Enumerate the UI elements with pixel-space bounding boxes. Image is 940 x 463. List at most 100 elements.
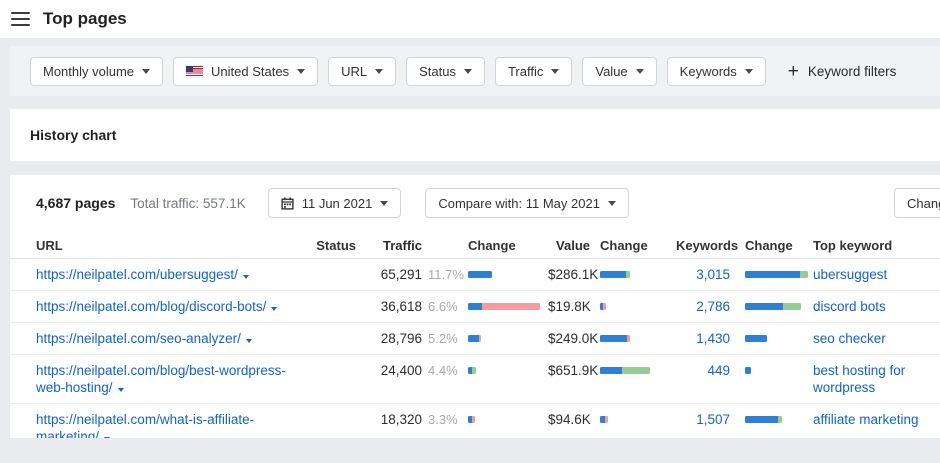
keywords-change-bar <box>745 367 751 374</box>
value-change-cell <box>590 330 676 347</box>
keywords-link[interactable]: 3,015 <box>696 267 730 282</box>
url-cell: https://neilpatel.com/ubersuggest/ <box>36 266 316 283</box>
traffic-percent: 6.6% <box>428 299 458 314</box>
url-expand-caret-icon[interactable] <box>245 339 252 343</box>
filter-monthly-volume[interactable]: Monthly volume <box>30 56 164 86</box>
traffic-change-bar <box>468 335 481 342</box>
column-header-value-change[interactable]: Change <box>590 238 676 253</box>
url-link[interactable]: https://neilpatel.com/what-is-affiliate-… <box>36 412 254 438</box>
top-keyword-link[interactable]: best hosting for wordpress <box>813 363 905 395</box>
filter-country[interactable]: United States <box>173 56 319 86</box>
traffic-change-cell <box>468 266 548 283</box>
keywords-link[interactable]: 2,786 <box>696 299 730 314</box>
keywords-change-cell <box>730 266 808 283</box>
changes-button[interactable]: Changes <box>894 188 940 218</box>
filter-label: Status <box>419 63 456 79</box>
date-picker-button[interactable]: 11 Jun 2021 <box>267 188 402 218</box>
filter-label: Value <box>595 63 628 79</box>
url-cell: https://neilpatel.com/seo-analyzer/ <box>36 330 316 347</box>
filter-value[interactable]: Value <box>582 56 657 86</box>
top-keyword-link[interactable]: seo checker <box>813 331 886 346</box>
url-expand-caret-icon[interactable] <box>271 307 278 311</box>
value-cell: $286.1K <box>548 267 599 282</box>
column-header-keywords-change[interactable]: Change <box>730 238 808 253</box>
value-cell: $94.6K <box>548 412 591 427</box>
column-header-status[interactable]: Status <box>316 238 356 253</box>
table-row: https://neilpatel.com/what-is-affiliate-… <box>10 404 940 438</box>
traffic-change-cell <box>468 330 548 347</box>
value-cell: $19.8K <box>548 299 591 314</box>
filter-status[interactable]: Status <box>406 56 485 86</box>
keywords-change-bar <box>745 335 767 342</box>
keywords-change-cell <box>730 330 808 347</box>
url-link[interactable]: https://neilpatel.com/ubersuggest/ <box>36 267 238 282</box>
top-keyword-cell: ubersuggest <box>808 266 940 283</box>
menu-icon[interactable] <box>11 12 30 26</box>
keyword-filters-button[interactable]: + Keyword filters <box>788 62 897 81</box>
value-cell: $249.0K <box>548 331 599 346</box>
top-keyword-link[interactable]: ubersuggest <box>813 267 887 282</box>
keywords-cell: 2,786 <box>676 298 730 315</box>
compare-with-button[interactable]: Compare with: 11 May 2021 <box>425 188 629 218</box>
filter-keywords[interactable]: Keywords <box>666 56 766 86</box>
page-title: Top pages <box>43 9 127 28</box>
traffic-change-bar <box>468 367 476 374</box>
chevron-down-icon <box>142 68 151 74</box>
traffic-change-bar <box>468 303 540 310</box>
compare-label: Compare with: 11 May 2021 <box>438 195 600 211</box>
column-header-traffic[interactable]: Traffic <box>356 238 422 253</box>
url-link[interactable]: https://neilpatel.com/blog/discord-bots/ <box>36 299 266 314</box>
chevron-down-icon <box>607 200 616 206</box>
traffic-change-cell <box>468 362 548 396</box>
keywords-change-bar <box>745 416 782 423</box>
pages-count: 4,687 pages <box>36 195 116 211</box>
traffic-change-cell <box>468 298 548 315</box>
value-change-bar <box>600 335 630 342</box>
column-header-url[interactable]: URL <box>36 238 316 253</box>
url-link[interactable]: https://neilpatel.com/seo-analyzer/ <box>36 331 241 346</box>
keywords-change-cell <box>730 298 808 315</box>
url-expand-caret-icon[interactable] <box>117 388 124 392</box>
date-label: 11 Jun 2021 <box>301 195 373 211</box>
url-cell: https://neilpatel.com/what-is-affiliate-… <box>36 411 316 438</box>
url-cell: https://neilpatel.com/blog/discord-bots/ <box>36 298 316 315</box>
status-cell <box>316 362 356 396</box>
keywords-link[interactable]: 449 <box>707 363 730 378</box>
results-toolbar: 4,687 pages Total traffic: 557.1K 11 Jun… <box>10 188 940 218</box>
traffic-percent: 3.3% <box>428 412 458 427</box>
column-header-top-keyword[interactable]: Top keyword <box>808 238 940 253</box>
keywords-link[interactable]: 1,430 <box>696 331 730 346</box>
url-cell: https://neilpatel.com/blog/best-wordpres… <box>36 362 316 396</box>
filter-label: Traffic <box>507 63 544 79</box>
filter-traffic[interactable]: Traffic <box>494 56 573 86</box>
history-chart-title: History chart <box>30 127 117 143</box>
column-header-keywords[interactable]: Keywords <box>676 238 738 253</box>
traffic-value: 36,618 <box>380 299 422 314</box>
value-change-cell <box>590 266 676 283</box>
value-change-cell <box>590 362 676 396</box>
changes-label: Changes <box>907 195 940 211</box>
top-keyword-link[interactable]: affiliate marketing <box>813 412 919 427</box>
keywords-change-cell <box>730 411 808 438</box>
value-change-cell <box>590 411 676 438</box>
top-keyword-cell: best hosting for wordpress <box>808 362 940 396</box>
filter-label: United States <box>211 63 290 79</box>
chevron-down-icon <box>380 200 389 206</box>
keywords-link[interactable]: 1,507 <box>696 412 730 427</box>
table-row: https://neilpatel.com/blog/discord-bots/… <box>10 291 940 323</box>
url-link[interactable]: https://neilpatel.com/blog/best-wordpres… <box>36 363 286 395</box>
value-change-bar <box>600 367 650 374</box>
chevron-down-icon <box>375 68 384 74</box>
url-expand-caret-icon[interactable] <box>104 437 111 438</box>
top-keyword-cell: discord bots <box>808 298 940 315</box>
url-expand-caret-icon[interactable] <box>242 275 249 279</box>
status-cell <box>316 330 356 347</box>
traffic-value: 18,320 <box>380 412 422 427</box>
filter-url[interactable]: URL <box>328 56 397 86</box>
traffic-change-cell <box>468 411 548 438</box>
filter-label: URL <box>341 63 368 79</box>
keywords-cell: 1,430 <box>676 330 730 347</box>
column-header-traffic-change[interactable]: Change <box>468 238 548 253</box>
column-header-value[interactable]: Value <box>548 238 590 253</box>
top-keyword-link[interactable]: discord bots <box>813 299 886 314</box>
